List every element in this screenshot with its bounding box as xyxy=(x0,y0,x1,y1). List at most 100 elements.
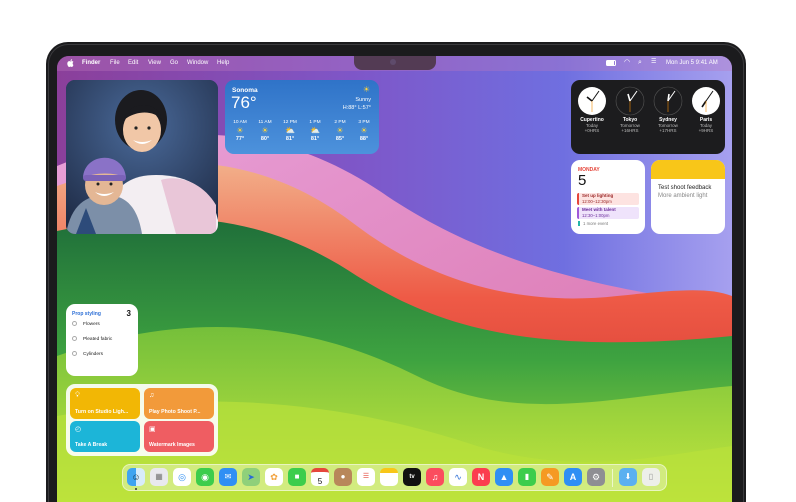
more-events: 1 more event xyxy=(578,221,608,226)
sun-icon: ☀ xyxy=(336,126,344,135)
menu-edit[interactable]: Edit xyxy=(128,60,138,67)
reminders-icon[interactable]: ☰ xyxy=(357,468,375,486)
menu-go[interactable]: Go xyxy=(170,60,178,67)
news-icon[interactable]: N xyxy=(472,468,490,486)
shortcut-label: Watermark Images xyxy=(149,442,195,448)
menu-bar: Finder File Edit View Go Window Help ◠ ⌕… xyxy=(57,56,732,71)
menu-view[interactable]: View xyxy=(148,60,161,67)
analog-clock-icon xyxy=(653,86,683,116)
hourly-forecast: 12 PM ⛅ 81° xyxy=(278,120,302,142)
clock-cupertino: Cupertino Today +0HRS xyxy=(574,86,610,133)
hour-temp: 88° xyxy=(359,136,369,142)
partly-cloudy-icon: ⛅ xyxy=(310,126,320,135)
note-subtitle: More ambient light xyxy=(658,193,708,199)
clock-offset: +17HRS xyxy=(659,128,677,133)
downloads-folder-icon[interactable]: ⬇ xyxy=(619,468,637,486)
messages-icon[interactable]: ◉ xyxy=(196,468,214,486)
shortcut-play-photo-shoot[interactable]: ♫ Play Photo Shoot P... xyxy=(144,388,214,419)
keynote-icon[interactable]: ▲ xyxy=(495,468,513,486)
calendar-widget[interactable]: MONDAY 5 Set up lighting 12:00–12:30pm M… xyxy=(571,160,645,234)
sun-icon: ☀ xyxy=(261,126,269,135)
timer-icon: ◴ xyxy=(75,426,82,433)
hourly-forecast: 11 AM ☀ 80° xyxy=(253,120,277,142)
hourly-forecast: 2 PM ☀ 85° xyxy=(328,120,352,142)
clock-tokyo: Tokyo Tomorrow +16HRS xyxy=(612,86,648,133)
weather-temperature: 76° xyxy=(231,93,257,112)
reminder-label: Pleated fabric xyxy=(83,336,113,342)
running-indicator xyxy=(135,488,137,490)
clock-offset: +0HRS xyxy=(584,128,600,133)
system-settings-icon[interactable]: ⚙ xyxy=(587,468,605,486)
notes-widget[interactable]: Test shoot feedback More ambient light xyxy=(651,160,725,234)
facetime-icon[interactable]: ■ xyxy=(288,468,306,486)
mail-icon[interactable]: ✉ xyxy=(219,468,237,486)
sun-icon: ☀ xyxy=(236,126,244,135)
clock-sydney: Sydney Tomorrow +17HRS xyxy=(650,86,686,133)
menu-help[interactable]: Help xyxy=(217,60,229,67)
shortcut-take-a-break[interactable]: ◴ Take A Break xyxy=(70,421,140,452)
freeform-icon[interactable]: ∿ xyxy=(449,468,467,486)
menu-clock[interactable]: Mon Jun 5 9:41 AM xyxy=(666,60,718,67)
apple-menu-icon[interactable] xyxy=(67,59,74,67)
event-time: 12:00–12:30pm xyxy=(582,199,612,204)
world-clock-widget[interactable]: Cupertino Today +0HRS Tokyo Tomorrow +16… xyxy=(571,80,725,154)
checkbox-circle-icon[interactable] xyxy=(72,351,77,356)
safari-icon[interactable]: ◎ xyxy=(173,468,191,486)
music-note-icon: ♫ xyxy=(149,392,155,399)
reminder-item[interactable]: Cylinders xyxy=(72,351,103,357)
reminder-label: Flowers xyxy=(83,321,100,327)
tv-icon[interactable]: tv xyxy=(403,468,421,486)
family-photo xyxy=(66,80,218,234)
photos-widget[interactable] xyxy=(66,80,218,234)
wifi-icon[interactable]: ◠ xyxy=(624,59,630,66)
analog-clock-icon xyxy=(692,87,720,115)
checkbox-circle-icon[interactable] xyxy=(72,336,77,341)
reminder-item[interactable]: Pleated fabric xyxy=(72,336,112,342)
weather-high-low: H:88° L:57° xyxy=(342,105,371,111)
reminder-item[interactable]: Flowers xyxy=(72,321,100,327)
hour-temp: 81° xyxy=(285,136,295,142)
calendar-event[interactable]: Set up lighting 12:00–12:30pm xyxy=(577,193,639,205)
spotlight-search-icon[interactable]: ⌕ xyxy=(638,59,642,66)
app-store-icon[interactable]: A xyxy=(564,468,582,486)
weather-widget[interactable]: Sonoma 76° ☀ Sunny H:88° L:57° 10 AM ☀ 7… xyxy=(225,80,379,154)
hourly-forecast: 1 PM ⛅ 81° xyxy=(303,120,327,142)
shortcut-label: Take A Break xyxy=(75,442,108,448)
trash-icon[interactable]: ▯ xyxy=(642,468,660,486)
hourly-forecast: 10 AM ☀ 77° xyxy=(228,120,252,142)
photos-icon[interactable]: ✿ xyxy=(265,468,283,486)
music-icon[interactable]: ♫ xyxy=(426,468,444,486)
menu-file[interactable]: File xyxy=(110,60,120,67)
battery-icon[interactable] xyxy=(606,60,616,66)
clock-paris: Paris Today +9HRS xyxy=(688,86,724,133)
maps-icon[interactable]: ➤ xyxy=(242,468,260,486)
finder-icon[interactable]: ☺ xyxy=(127,468,145,486)
dock: ☺ ▦ ◎ ◉ ✉ ➤ ✿ ■ 5 ● ☰ tv ♫ ∿ N ▲ ▮ ✎ A ⚙… xyxy=(122,464,667,491)
reminder-label: Cylinders xyxy=(83,351,103,357)
calendar-icon[interactable]: 5 xyxy=(311,468,329,486)
notes-header xyxy=(651,160,725,179)
weather-condition: Sunny xyxy=(355,97,371,103)
numbers-icon[interactable]: ▮ xyxy=(518,468,536,486)
shortcut-studio-lights[interactable]: 💡︎ Turn on Studio Ligh... xyxy=(70,388,140,419)
hour-temp: 81° xyxy=(310,136,320,142)
partly-cloudy-icon: ⛅ xyxy=(285,126,295,135)
notes-icon[interactable] xyxy=(380,468,398,486)
calendar-event[interactable]: Meet with talent 12:30–1:00pm xyxy=(577,207,639,219)
analog-clock-icon xyxy=(615,86,645,116)
checkbox-circle-icon[interactable] xyxy=(72,321,77,326)
reminders-list-name: Prop styling xyxy=(72,311,101,317)
shortcut-label: Turn on Studio Ligh... xyxy=(75,409,129,415)
dock-separator xyxy=(612,469,613,487)
contacts-icon[interactable]: ● xyxy=(334,468,352,486)
menu-window[interactable]: Window xyxy=(187,60,208,67)
menu-app-name[interactable]: Finder xyxy=(82,60,100,67)
pages-icon[interactable]: ✎ xyxy=(541,468,559,486)
control-center-icon[interactable]: ☰ xyxy=(651,59,656,66)
launchpad-icon[interactable]: ▦ xyxy=(150,468,168,486)
sun-icon: ☀ xyxy=(362,85,370,94)
reminders-widget[interactable]: Prop styling 3 Flowers Pleated fabric Cy… xyxy=(66,304,138,376)
shortcut-watermark-images[interactable]: ▣ Watermark Images xyxy=(144,421,214,452)
desktop-screen: Finder File Edit View Go Window Help ◠ ⌕… xyxy=(57,56,732,502)
analog-clock-icon xyxy=(578,87,606,115)
